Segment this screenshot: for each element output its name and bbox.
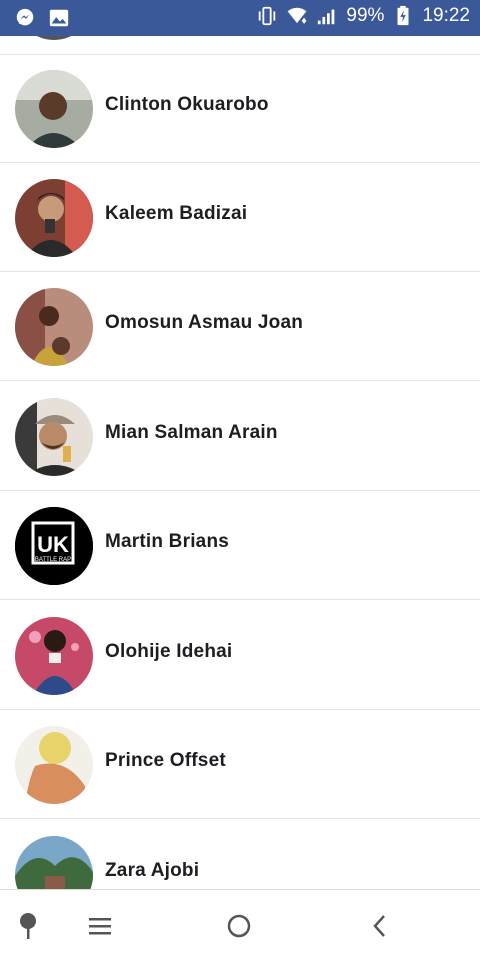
menu-icon — [89, 918, 111, 935]
contact-name: Zara Ajobi — [105, 860, 200, 881]
wifi-icon — [287, 7, 307, 24]
contact-name: Kaleem Badizai — [105, 203, 248, 224]
back-icon — [373, 915, 385, 937]
list-item[interactable]: UK BATTLE RAP Martin Brians — [0, 491, 480, 600]
image-icon — [49, 9, 69, 27]
contact-list[interactable]: Clinton Okuarobo Kaleem Badizai Omosun A… — [0, 36, 480, 889]
vibrate-icon — [259, 6, 276, 26]
avatar — [15, 836, 93, 889]
avatar — [15, 36, 93, 40]
home-circle-icon — [227, 914, 251, 938]
messenger-icon — [16, 8, 34, 26]
clock: 19:22 — [422, 5, 470, 26]
signal-icon — [318, 9, 335, 25]
list-item[interactable]: Zara Ajobi — [0, 820, 480, 889]
avatar — [15, 70, 93, 148]
contact-name: Prince Offset — [105, 750, 226, 771]
avatar — [15, 398, 93, 476]
status-bar: 99% 19:22 — [0, 0, 480, 36]
avatar — [15, 726, 93, 804]
uk-logo-text: UK — [37, 532, 69, 557]
pin-icon — [20, 913, 36, 939]
navigation-bar — [0, 889, 480, 960]
avatar — [15, 617, 93, 695]
list-item[interactable]: Clinton Okuarobo — [0, 54, 480, 163]
list-item[interactable]: Mian Salman Arain — [0, 382, 480, 491]
home-button[interactable] — [221, 908, 257, 944]
contact-name: Clinton Okuarobo — [105, 94, 269, 115]
list-item[interactable] — [0, 36, 480, 55]
avatar — [15, 288, 93, 366]
contact-name: Mian Salman Arain — [105, 422, 278, 443]
back-button[interactable] — [362, 908, 398, 944]
battle-rap-logo-text: BATTLE RAP — [35, 557, 71, 563]
list-item[interactable]: Omosun Asmau Joan — [0, 272, 480, 381]
list-item[interactable]: Olohije Idehai — [0, 601, 480, 710]
contact-name: Omosun Asmau Joan — [105, 312, 304, 333]
avatar — [15, 179, 93, 257]
list-item[interactable]: Kaleem Badizai — [0, 163, 480, 272]
contact-name: Olohije Idehai — [105, 641, 233, 662]
pin-button[interactable] — [10, 908, 46, 944]
battery-percentage: 99% — [346, 5, 385, 26]
menu-button[interactable] — [82, 908, 118, 944]
battery-charging-icon — [397, 5, 409, 26]
contact-name: Martin Brians — [105, 531, 230, 552]
list-item[interactable]: Prince Offset — [0, 710, 480, 819]
avatar: UK BATTLE RAP — [15, 507, 93, 585]
